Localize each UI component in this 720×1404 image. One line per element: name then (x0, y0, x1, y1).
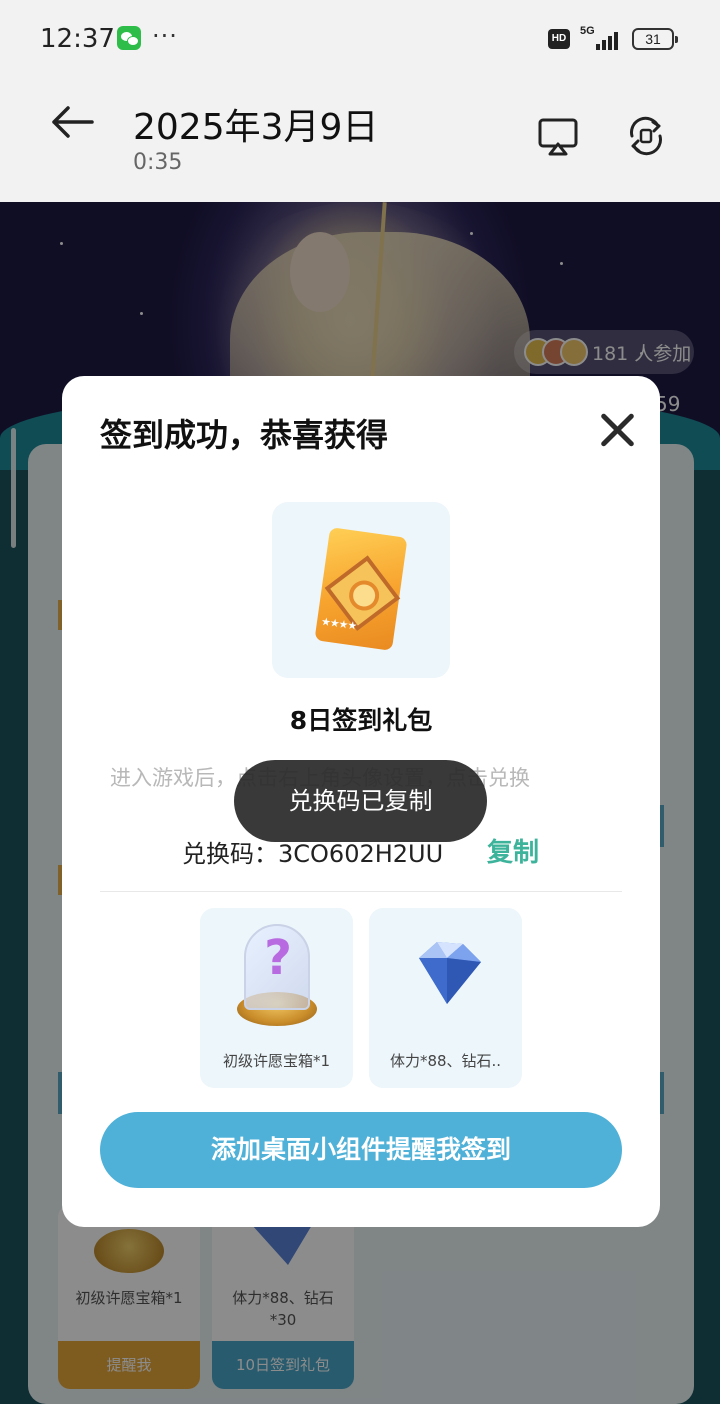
dialog-title: 签到成功，恭喜获得 (100, 416, 389, 454)
question-mark-icon: ? (264, 930, 292, 986)
status-time: 12:37 (40, 24, 115, 54)
reward-item: ? 初级许愿宝箱*1 (200, 908, 353, 1088)
page-subtitle: 0:35 (133, 150, 183, 175)
gift-pack-icon: ★★★★ (314, 527, 408, 651)
close-button[interactable] (598, 410, 638, 450)
header: 2025年3月9日 0:35 (0, 80, 720, 202)
gift-name: 8日签到礼包 (289, 706, 433, 735)
arrow-left-icon (52, 106, 94, 138)
battery-icon: 31 (632, 28, 678, 50)
add-widget-reminder-button[interactable]: 添加桌面小组件提醒我签到 (100, 1112, 622, 1188)
rotate-icon (630, 116, 662, 156)
cast-icon (538, 118, 578, 156)
status-bar: 12:37 ··· HD 5G 31 (0, 0, 720, 80)
wechat-icon (117, 26, 141, 50)
redeem-code: 3CO602H2UU (278, 840, 444, 868)
rotate-button[interactable] (624, 114, 668, 158)
reward-item: 体力*88、钻石.. (369, 908, 522, 1088)
reward-item-name: 初级许愿宝箱*1 (222, 1052, 331, 1070)
code-label: 兑换码： (182, 840, 278, 868)
copy-code-button[interactable]: 复制 (487, 832, 539, 869)
back-button[interactable] (40, 98, 100, 146)
gift-image-card: ★★★★ (272, 502, 450, 678)
page-title: 2025年3月9日 (133, 107, 379, 148)
diamond-icon (419, 942, 481, 1004)
copied-toast: 兑换码已复制 (234, 760, 487, 842)
signal-icon (582, 30, 622, 50)
screen-cast-button[interactable] (536, 114, 580, 158)
hd-icon: HD (548, 29, 570, 49)
divider (100, 891, 622, 892)
reward-item-name: 体力*88、钻石.. (389, 1052, 502, 1070)
more-notifications-icon: ··· (152, 22, 178, 50)
